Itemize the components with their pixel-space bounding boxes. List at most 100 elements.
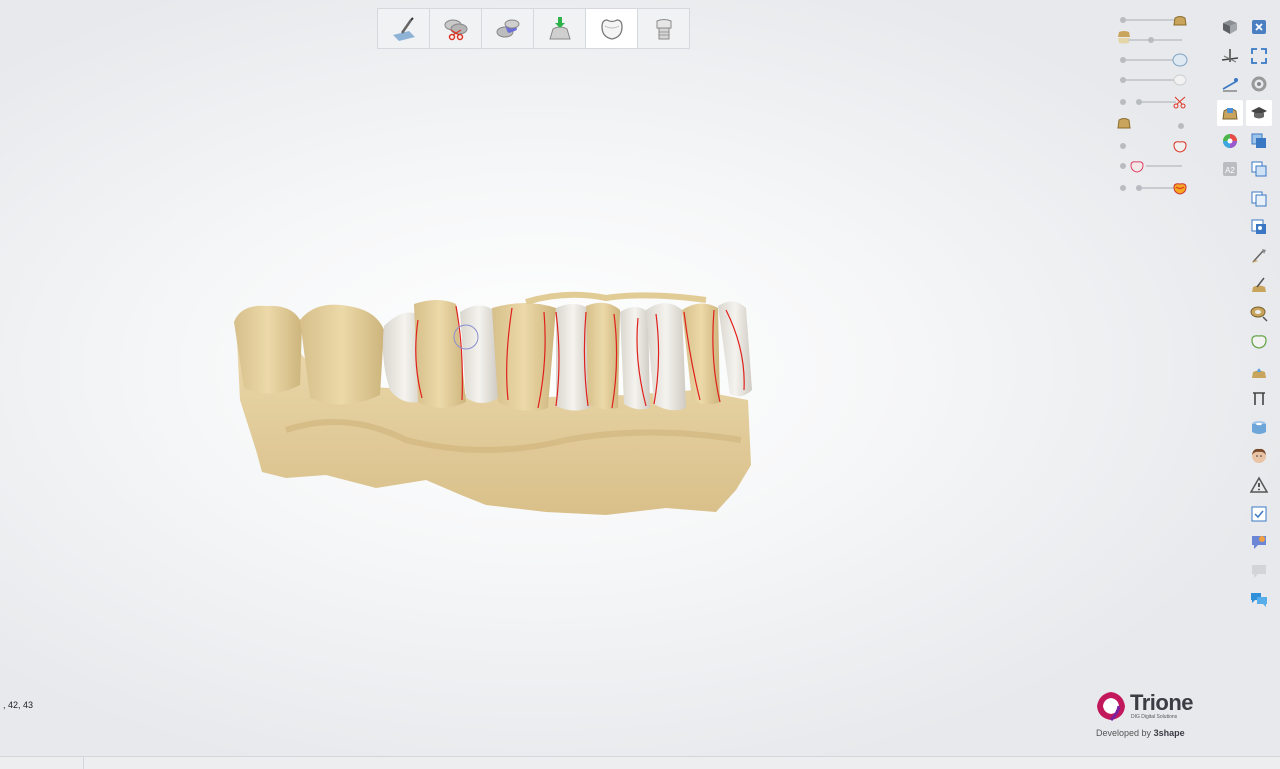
- wax-button[interactable]: [1246, 358, 1272, 384]
- slider-crown-margin[interactable]: [1112, 138, 1192, 154]
- spatula-button[interactable]: [1246, 243, 1272, 269]
- tooth-red-icon: [1130, 161, 1144, 173]
- axis-button[interactable]: [1217, 43, 1243, 69]
- model-base-icon: [1173, 16, 1187, 26]
- copy-button[interactable]: [1246, 186, 1272, 212]
- slider-model-base[interactable]: [1112, 12, 1192, 28]
- fullscreen-icon: [1251, 48, 1267, 64]
- image-button[interactable]: [1246, 214, 1272, 240]
- crown-outline-button[interactable]: [1246, 328, 1272, 354]
- ring-button[interactable]: [1246, 300, 1272, 326]
- color-wheel-button[interactable]: [1217, 128, 1243, 154]
- graduation-cap-button[interactable]: [1246, 100, 1272, 126]
- bottom-status-bar: [0, 756, 1280, 769]
- slider-knob[interactable]: [1120, 17, 1126, 23]
- teeth: [234, 291, 752, 411]
- developed-by-text: Developed by: [1096, 728, 1152, 738]
- slider-track: [1122, 79, 1178, 81]
- speech-color-button[interactable]: [1246, 529, 1272, 555]
- image-icon: [1251, 219, 1266, 234]
- slider-gingiva[interactable]: [1112, 118, 1192, 134]
- visibility-sliders: [1112, 10, 1192, 200]
- axis-icon: [1221, 49, 1239, 63]
- dental-model[interactable]: [226, 290, 766, 520]
- workflow-toolbar: [377, 8, 690, 49]
- layer-blue-icon: [1251, 133, 1266, 148]
- workflow-step-crown[interactable]: [585, 9, 637, 48]
- close-icon: [1252, 20, 1266, 34]
- slider-scissors[interactable]: [1112, 94, 1192, 110]
- fullscreen-button[interactable]: [1246, 43, 1272, 69]
- crown-icon: [600, 18, 623, 40]
- speech-gray-button[interactable]: [1246, 558, 1272, 584]
- crown-outline-icon: [1251, 335, 1267, 349]
- chat-icon: [1251, 593, 1267, 607]
- slider-track: [1122, 59, 1178, 61]
- a2-shade-icon: A2: [1223, 162, 1237, 176]
- align-icon: [496, 19, 519, 37]
- checklist-button[interactable]: [1246, 501, 1272, 527]
- antagonist-icon: [1118, 31, 1130, 44]
- logo-name: Trione: [1130, 690, 1194, 715]
- face-icon: [1252, 448, 1266, 463]
- workflow-step-abutment[interactable]: [637, 9, 689, 48]
- status-cell: [0, 757, 84, 769]
- rotate-button[interactable]: [1246, 71, 1272, 97]
- layer-blue-button[interactable]: [1246, 128, 1272, 154]
- ring-icon: [1250, 306, 1268, 322]
- chat-button[interactable]: [1246, 586, 1272, 612]
- wax-icon: [1252, 368, 1266, 378]
- svg-text:A2: A2: [1225, 166, 1235, 175]
- speech-gray-icon: [1252, 565, 1266, 578]
- slider-tooth-white[interactable]: [1112, 72, 1192, 88]
- workflow-step-trim[interactable]: [429, 9, 481, 48]
- ruler-section-button[interactable]: [1246, 386, 1272, 412]
- slider-tooth-heatmap[interactable]: [1112, 180, 1192, 196]
- cylinder-icon: [1252, 421, 1266, 434]
- model-highlight-button[interactable]: [1217, 100, 1243, 126]
- tooth-heatmap-icon: [1173, 183, 1187, 195]
- tooth-white-icon: [1173, 74, 1187, 86]
- tooth-blue-icon: [1172, 53, 1188, 67]
- slider-tooth-blue[interactable]: [1112, 52, 1192, 68]
- slider-track: [1146, 165, 1182, 167]
- crown-red-margin-icon: [1173, 141, 1187, 153]
- warning-icon: [1249, 476, 1269, 493]
- slider-knob[interactable]: [1136, 99, 1142, 105]
- ruler-section-icon: [1253, 392, 1265, 405]
- slider-knob[interactable]: [1120, 77, 1126, 83]
- slider-knob[interactable]: [1178, 123, 1184, 129]
- cylinder-button[interactable]: [1246, 415, 1272, 441]
- slider-knob[interactable]: [1120, 185, 1126, 191]
- view-cube-button[interactable]: [1217, 14, 1243, 40]
- layer-copy-icon: [1251, 161, 1267, 177]
- slider-tooth-red[interactable]: [1112, 158, 1192, 174]
- slider-knob[interactable]: [1148, 37, 1154, 43]
- slider-knob[interactable]: [1120, 99, 1126, 105]
- slider-knob[interactable]: [1120, 163, 1126, 169]
- slider-knob[interactable]: [1120, 143, 1126, 149]
- measure-button[interactable]: [1217, 71, 1243, 97]
- workflow-step-die[interactable]: [533, 9, 585, 48]
- die-download-icon: [548, 16, 571, 39]
- face-button[interactable]: [1246, 443, 1272, 469]
- workflow-step-align[interactable]: [481, 9, 533, 48]
- warning-button[interactable]: [1246, 472, 1272, 498]
- slider-knob[interactable]: [1136, 185, 1142, 191]
- slider-knob[interactable]: [1120, 57, 1126, 63]
- logo-developed-by: Developed by 3shape: [1096, 728, 1185, 738]
- copy-icon: [1251, 191, 1267, 207]
- a2-shade-button[interactable]: A2: [1217, 156, 1243, 182]
- partner-name: 3shape: [1153, 728, 1185, 738]
- view-cube-icon: [1223, 20, 1237, 34]
- abutment-icon: [656, 18, 671, 39]
- close-button[interactable]: [1246, 14, 1272, 40]
- checklist-icon: [1251, 506, 1267, 522]
- speech-color-icon: [1252, 536, 1266, 549]
- slider-antagonist[interactable]: [1112, 31, 1192, 48]
- sculpt-button[interactable]: [1246, 272, 1272, 298]
- slider-track: [1136, 187, 1176, 189]
- rotate-icon: [1251, 76, 1267, 92]
- workflow-step-scan-edit[interactable]: [378, 9, 429, 48]
- layer-copy-button[interactable]: [1246, 156, 1272, 182]
